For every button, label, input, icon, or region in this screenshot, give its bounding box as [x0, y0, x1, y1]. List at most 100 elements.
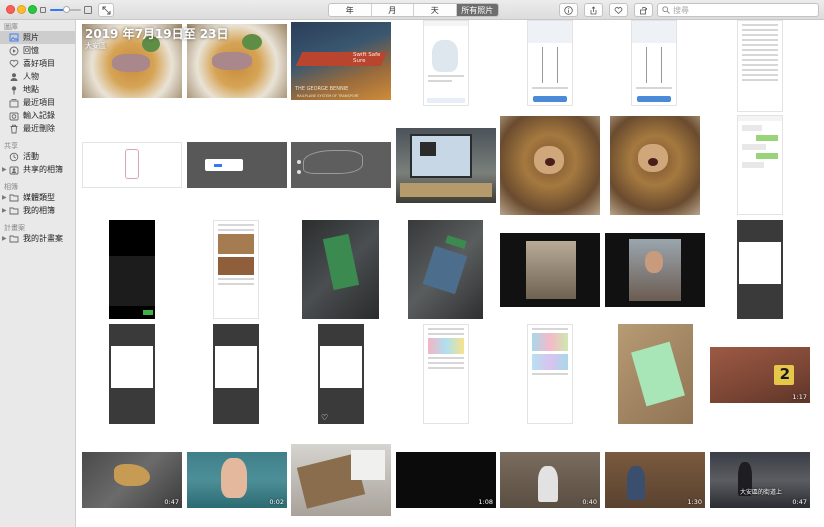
- folder-icon: [8, 206, 20, 216]
- screenshot-tile[interactable]: [737, 220, 783, 319]
- video-tile[interactable]: 1:08: [396, 452, 496, 508]
- zoom-out-icon: [40, 7, 46, 13]
- minimize-window-button[interactable]: [17, 5, 26, 14]
- share-button[interactable]: [584, 3, 603, 17]
- screenshot-tile[interactable]: [213, 220, 259, 319]
- sidebar-item-memories[interactable]: 回憶: [0, 44, 75, 57]
- video-tile[interactable]: 0:47: [82, 452, 182, 508]
- poster-photo-tile[interactable]: Swift Safe Sure THE GEORGE BENNIE RAILPL…: [291, 22, 391, 100]
- tab-all-photos[interactable]: 所有照片: [456, 4, 498, 16]
- sidebar-item-label: 喜好項目: [23, 59, 55, 68]
- sidebar-item-my-projects[interactable]: ▶ 我的計畫案: [0, 232, 75, 245]
- favorite-heart-icon[interactable]: ♡: [321, 413, 328, 422]
- sidebar-item-imports[interactable]: 輸入記錄: [0, 109, 75, 122]
- sidebar-item-shared-albums[interactable]: ▶ 共享的相簿: [0, 163, 75, 176]
- video-caption: 大安區的街道上: [740, 489, 783, 496]
- rotate-button[interactable]: [634, 3, 653, 17]
- photo-tile[interactable]: [408, 220, 483, 319]
- screenshot-tile[interactable]: [527, 20, 573, 106]
- screenshot-tile[interactable]: ♡: [318, 324, 364, 424]
- photo-tile[interactable]: [302, 220, 379, 319]
- zoom-track[interactable]: [50, 6, 81, 13]
- video-tile[interactable]: [500, 233, 600, 307]
- zoom-knob[interactable]: [62, 6, 70, 13]
- close-window-button[interactable]: [6, 5, 15, 14]
- screenshot-tile[interactable]: [213, 324, 259, 424]
- video-tile[interactable]: [605, 233, 705, 307]
- sidebar-item-media-types[interactable]: ▶ 媒體類型: [0, 191, 75, 204]
- screenshot-tile[interactable]: [737, 115, 783, 215]
- photo-tile[interactable]: [291, 444, 391, 516]
- info-button[interactable]: [559, 3, 578, 17]
- favorite-button[interactable]: [609, 3, 628, 17]
- view-tabs: 年 月 天 所有照片: [328, 3, 499, 17]
- screenshot-tile[interactable]: [631, 20, 677, 106]
- disclosure-triangle-icon[interactable]: ▶: [2, 235, 7, 242]
- screenshot-tile[interactable]: [82, 142, 182, 188]
- tab-year[interactable]: 年: [329, 4, 372, 16]
- tab-month[interactable]: 月: [372, 4, 414, 16]
- video-tile[interactable]: 0:02: [187, 452, 287, 508]
- sidebar-item-places[interactable]: 地點: [0, 83, 75, 96]
- marker-number: 2: [779, 365, 790, 383]
- disclosure-triangle-icon[interactable]: ▶: [2, 166, 7, 173]
- photo-tile[interactable]: [500, 116, 600, 215]
- video-tile[interactable]: 大安區的街道上 0:47: [710, 452, 810, 508]
- zoom-window-button[interactable]: [28, 5, 37, 14]
- screenshot-tile[interactable]: [423, 20, 469, 106]
- sidebar-item-favorites[interactable]: 喜好項目: [0, 57, 75, 70]
- sidebar: 圖庫 照片 回憶 喜好項目 人物 地點 最近項目 輸入記錄 最近刪除 共享 活動…: [0, 20, 76, 527]
- video-duration: 0:40: [582, 498, 597, 506]
- video-duration: 1:08: [478, 498, 493, 506]
- sidebar-item-label: 我的計畫案: [23, 234, 63, 243]
- video-tile[interactable]: 2 1:17: [710, 347, 810, 403]
- moment-title: 2019 年7月19日至 23日: [85, 27, 229, 41]
- tab-day[interactable]: 天: [414, 4, 457, 16]
- heart-icon: [614, 6, 623, 14]
- photos-icon: [8, 33, 20, 43]
- sidebar-item-label: 照片: [23, 33, 39, 42]
- moment-location[interactable]: 大安區: [85, 41, 106, 51]
- sidebar-item-activity[interactable]: 活動: [0, 150, 75, 163]
- sidebar-item-recently-deleted[interactable]: 最近刪除: [0, 122, 75, 135]
- sidebar-item-recent[interactable]: 最近項目: [0, 96, 75, 109]
- sidebar-item-label: 最近項目: [23, 98, 55, 107]
- screenshot-tile[interactable]: [291, 142, 391, 188]
- fullscreen-icon: [102, 6, 110, 14]
- sidebar-item-people[interactable]: 人物: [0, 70, 75, 83]
- screenshot-tile[interactable]: [109, 220, 155, 319]
- poster-subcaption: RAILPLANE SYSTEM OF TRANSPORT: [297, 94, 359, 98]
- photo-tile[interactable]: [618, 324, 693, 424]
- screenshot-tile[interactable]: [109, 324, 155, 424]
- folder-icon: [8, 193, 20, 203]
- screenshot-tile[interactable]: [737, 20, 783, 112]
- video-tile[interactable]: 1:30: [605, 452, 705, 508]
- video-tile[interactable]: 0:40: [500, 452, 600, 508]
- sidebar-item-photos[interactable]: 照片: [0, 31, 75, 44]
- imports-icon: [8, 111, 20, 121]
- memories-icon: [8, 46, 20, 56]
- sidebar-item-my-albums[interactable]: ▶ 我的相簿: [0, 204, 75, 217]
- video-duration: 1:30: [687, 498, 702, 506]
- disclosure-triangle-icon[interactable]: ▶: [2, 194, 7, 201]
- shared-albums-icon: [8, 165, 20, 175]
- search-field[interactable]: 搜尋: [657, 3, 819, 17]
- poster-text: Swift Safe Sure: [353, 52, 381, 64]
- places-icon: [8, 85, 20, 95]
- photo-tile[interactable]: [610, 116, 700, 215]
- fullscreen-button[interactable]: [98, 3, 114, 17]
- video-duration: 0:02: [269, 498, 284, 506]
- photo-tile[interactable]: [396, 128, 496, 203]
- favorites-icon: [8, 59, 20, 69]
- toolbar: 年 月 天 所有照片 搜尋: [0, 0, 824, 20]
- screenshot-tile[interactable]: [187, 142, 287, 188]
- zoom-slider[interactable]: [40, 5, 92, 15]
- folder-icon: [8, 234, 20, 244]
- screenshot-tile[interactable]: [527, 324, 573, 424]
- disclosure-triangle-icon[interactable]: ▶: [2, 207, 7, 214]
- sidebar-item-label: 我的相簿: [23, 206, 55, 215]
- screenshot-tile[interactable]: [423, 324, 469, 424]
- sidebar-item-label: 活動: [23, 152, 39, 161]
- zoom-in-icon: [84, 6, 92, 14]
- sidebar-item-label: 共享的相簿: [23, 165, 63, 174]
